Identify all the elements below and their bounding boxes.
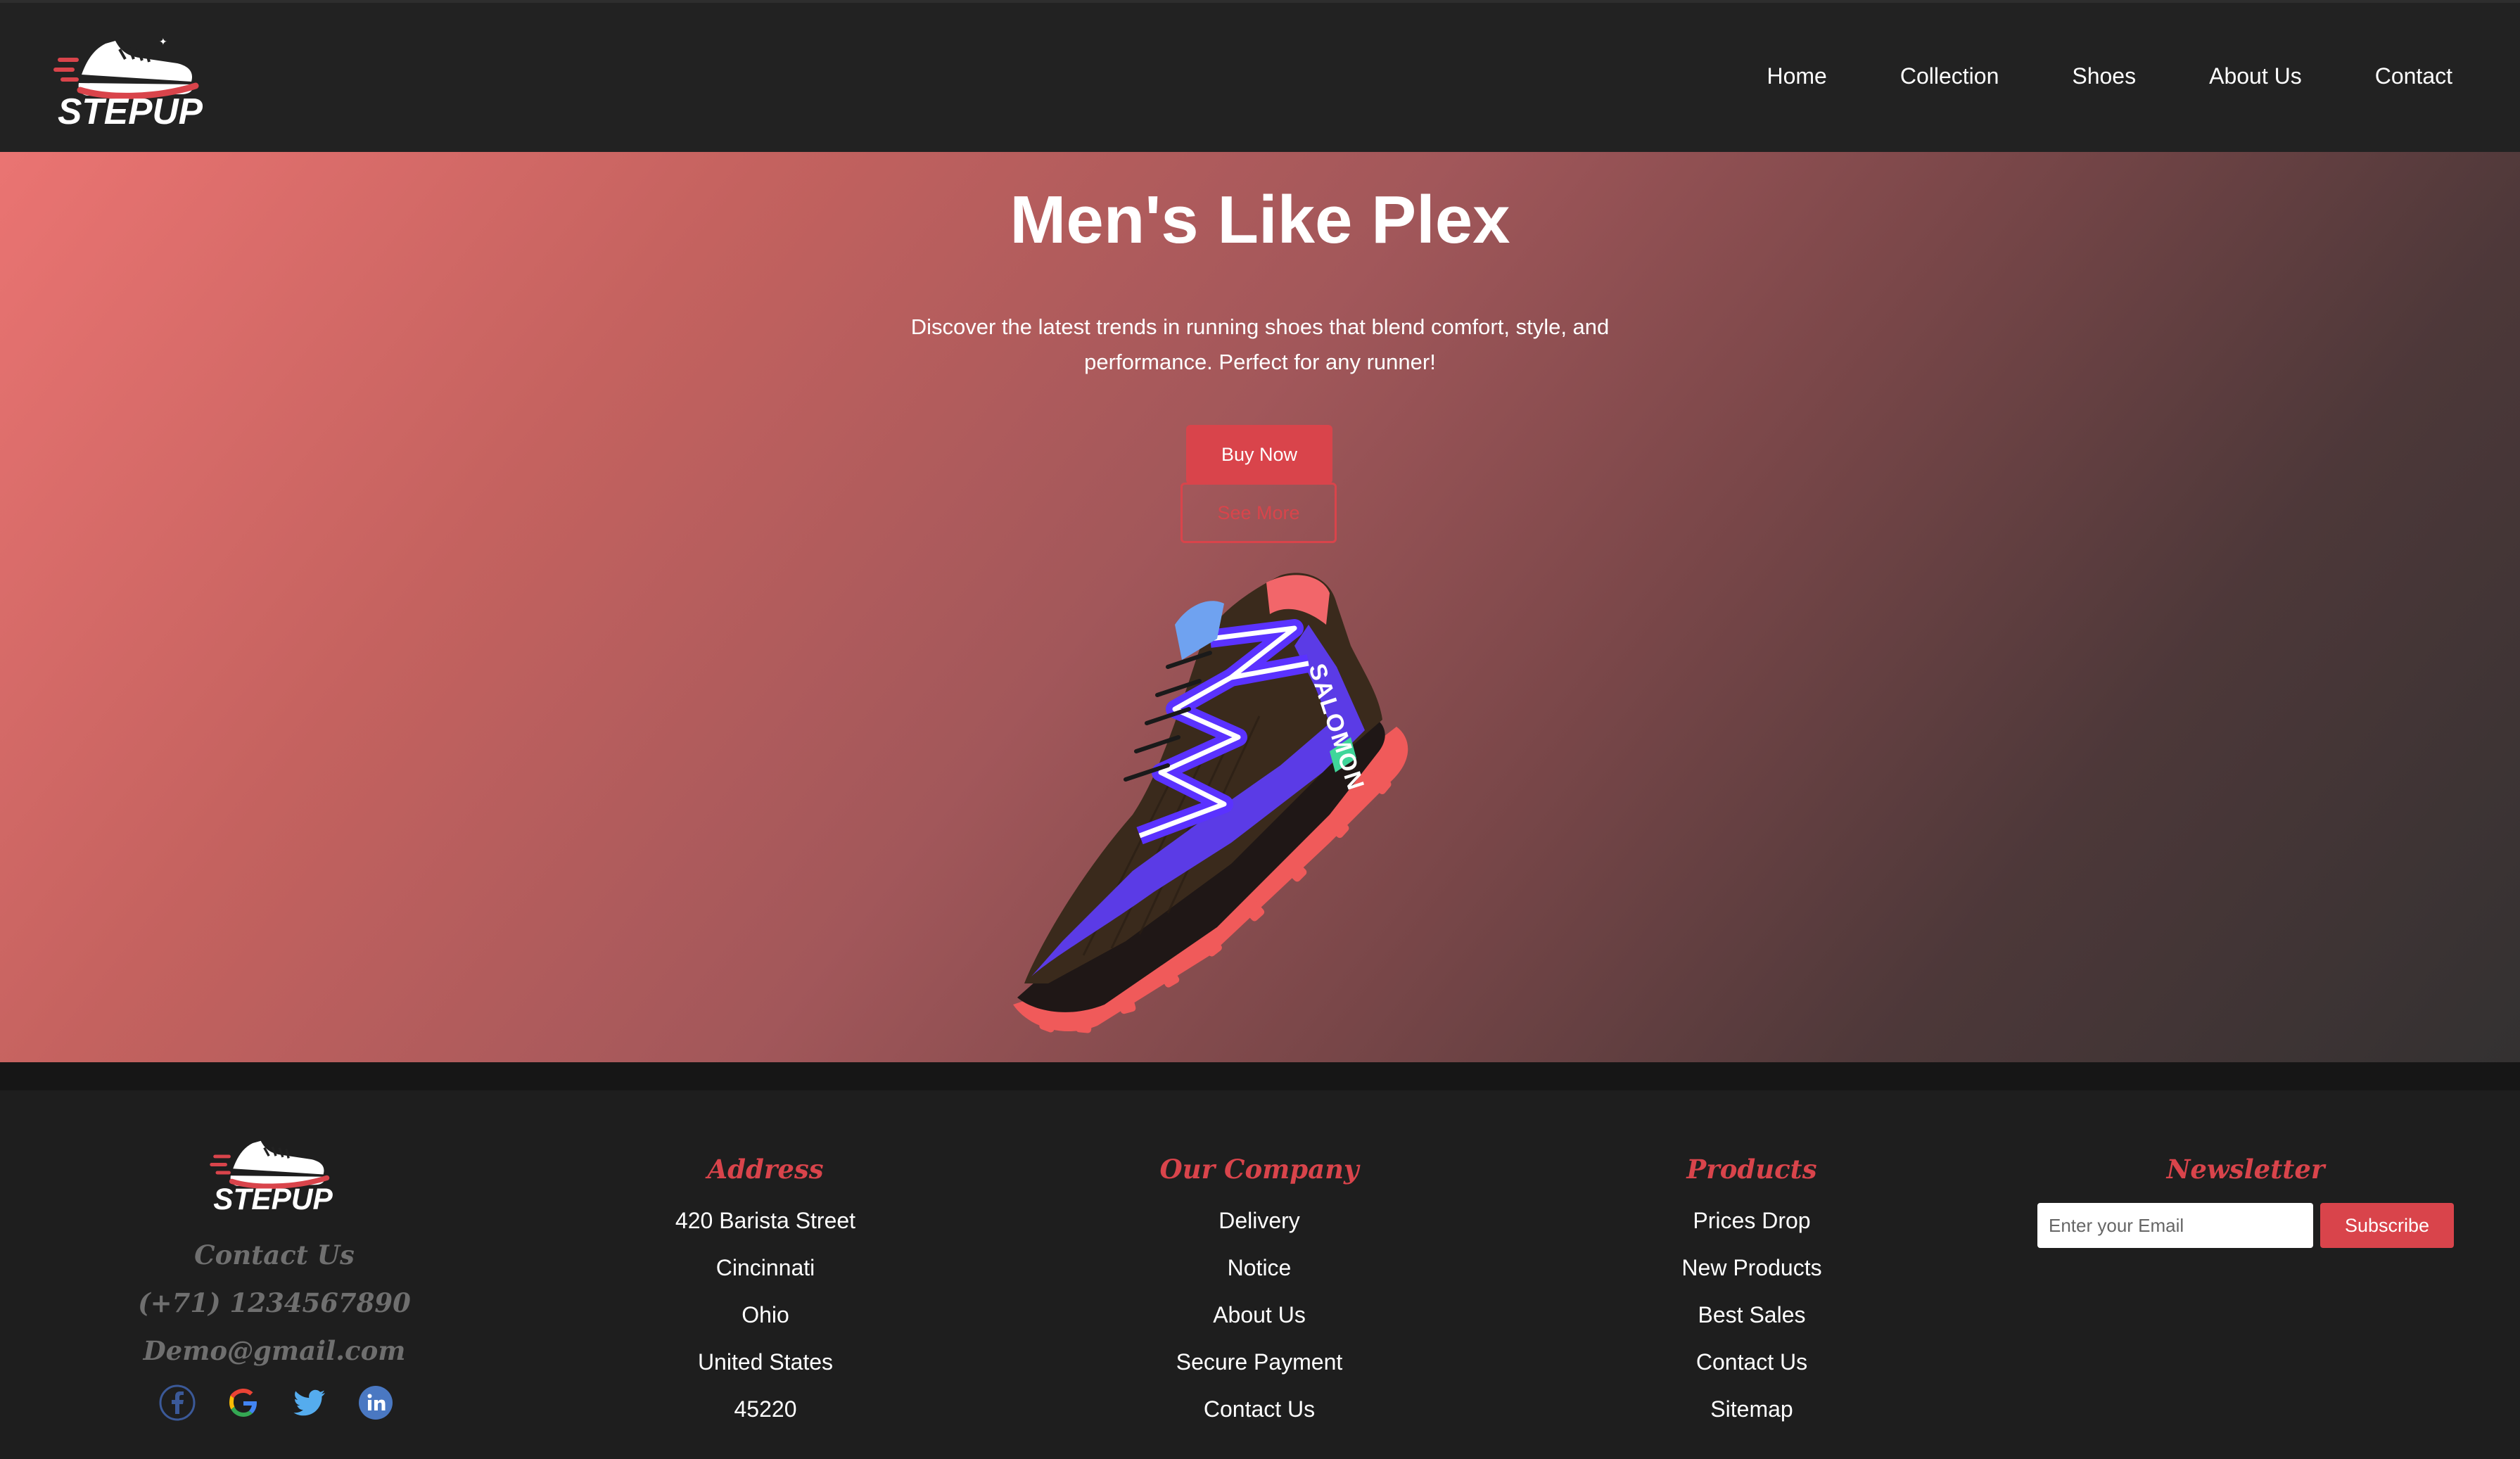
company-link-notice[interactable]: Notice <box>1076 1244 1442 1292</box>
site-header: ✦ STEPUP Home Collection Shoes About Us … <box>0 0 2520 152</box>
hero-section: Men's Like Plex Discover the latest tren… <box>0 152 2520 1062</box>
company-link-delivery[interactable]: Delivery <box>1076 1197 1442 1244</box>
products-link-best-sales[interactable]: Best Sales <box>1569 1292 1935 1339</box>
company-title: Our Company <box>1159 1154 1359 1185</box>
twitter-icon[interactable] <box>290 1383 329 1422</box>
facebook-icon[interactable] <box>158 1383 197 1422</box>
newsletter-email-input[interactable] <box>2037 1203 2313 1248</box>
subscribe-button[interactable]: Subscribe <box>2320 1203 2454 1248</box>
footer-our-company: Our Company Delivery Notice About Us Sec… <box>1076 1151 1442 1433</box>
address-line: United States <box>697 1349 834 1375</box>
footer-contact: Contact Us (+71) 1234567890 Demo@gmail.c… <box>91 1231 457 1375</box>
products-link-new-products[interactable]: New Products <box>1569 1244 1935 1292</box>
svg-text:STEPUP: STEPUP <box>58 91 203 131</box>
contact-title: Contact Us <box>194 1240 355 1270</box>
footer-stepup-logo[interactable]: STEPUP <box>208 1130 338 1216</box>
address-line: 420 Barista Street <box>675 1208 856 1233</box>
newsletter-title: Newsletter <box>2166 1154 2325 1185</box>
address-title: Address <box>707 1154 824 1185</box>
buy-now-button[interactable]: Buy Now <box>1186 425 1332 484</box>
footer-newsletter: Newsletter <box>2063 1151 2429 1187</box>
address-line: Ohio <box>742 1302 789 1327</box>
linkedin-icon[interactable] <box>356 1383 395 1422</box>
nav-about-us[interactable]: About Us <box>2209 63 2302 89</box>
company-link-contact-us[interactable]: Contact Us <box>1076 1386 1442 1433</box>
products-link-prices-drop[interactable]: Prices Drop <box>1569 1197 1935 1244</box>
footer-address: Address 420 Barista Street Cincinnati Oh… <box>583 1151 948 1433</box>
nav-home[interactable]: Home <box>1767 63 1826 89</box>
nav-contact[interactable]: Contact <box>2375 63 2452 89</box>
products-title: Products <box>1686 1154 1817 1185</box>
company-link-secure-payment[interactable]: Secure Payment <box>1076 1339 1442 1386</box>
footer-products: Products Prices Drop New Products Best S… <box>1569 1151 1935 1433</box>
hero-title: Men's Like Plex <box>1010 182 1510 257</box>
contact-email[interactable]: Demo@gmail.com <box>91 1327 457 1375</box>
see-more-button[interactable]: See More <box>1181 483 1337 543</box>
address-line: 45220 <box>734 1396 797 1422</box>
products-link-sitemap[interactable]: Sitemap <box>1569 1386 1935 1433</box>
running-shoe-image: SALOMON <box>1013 573 1408 1033</box>
svg-text:STEPUP: STEPUP <box>213 1183 333 1216</box>
main-nav: Home Collection Shoes About Us Contact <box>1767 63 2452 89</box>
products-link-contact-us[interactable]: Contact Us <box>1569 1339 1935 1386</box>
stepup-logo[interactable]: ✦ STEPUP <box>51 28 210 131</box>
address-line: Cincinnati <box>715 1255 815 1280</box>
svg-text:✦: ✦ <box>159 36 167 47</box>
nav-shoes[interactable]: Shoes <box>2072 63 2136 89</box>
company-link-about-us[interactable]: About Us <box>1076 1292 1442 1339</box>
google-icon[interactable] <box>224 1383 263 1422</box>
contact-phone[interactable]: (+71) 1234567890 <box>91 1279 457 1327</box>
social-icons <box>158 1383 395 1422</box>
section-divider <box>0 1062 2520 1090</box>
hero-description: Discover the latest trends in running sh… <box>910 314 1610 374</box>
nav-collection[interactable]: Collection <box>1900 63 1999 89</box>
